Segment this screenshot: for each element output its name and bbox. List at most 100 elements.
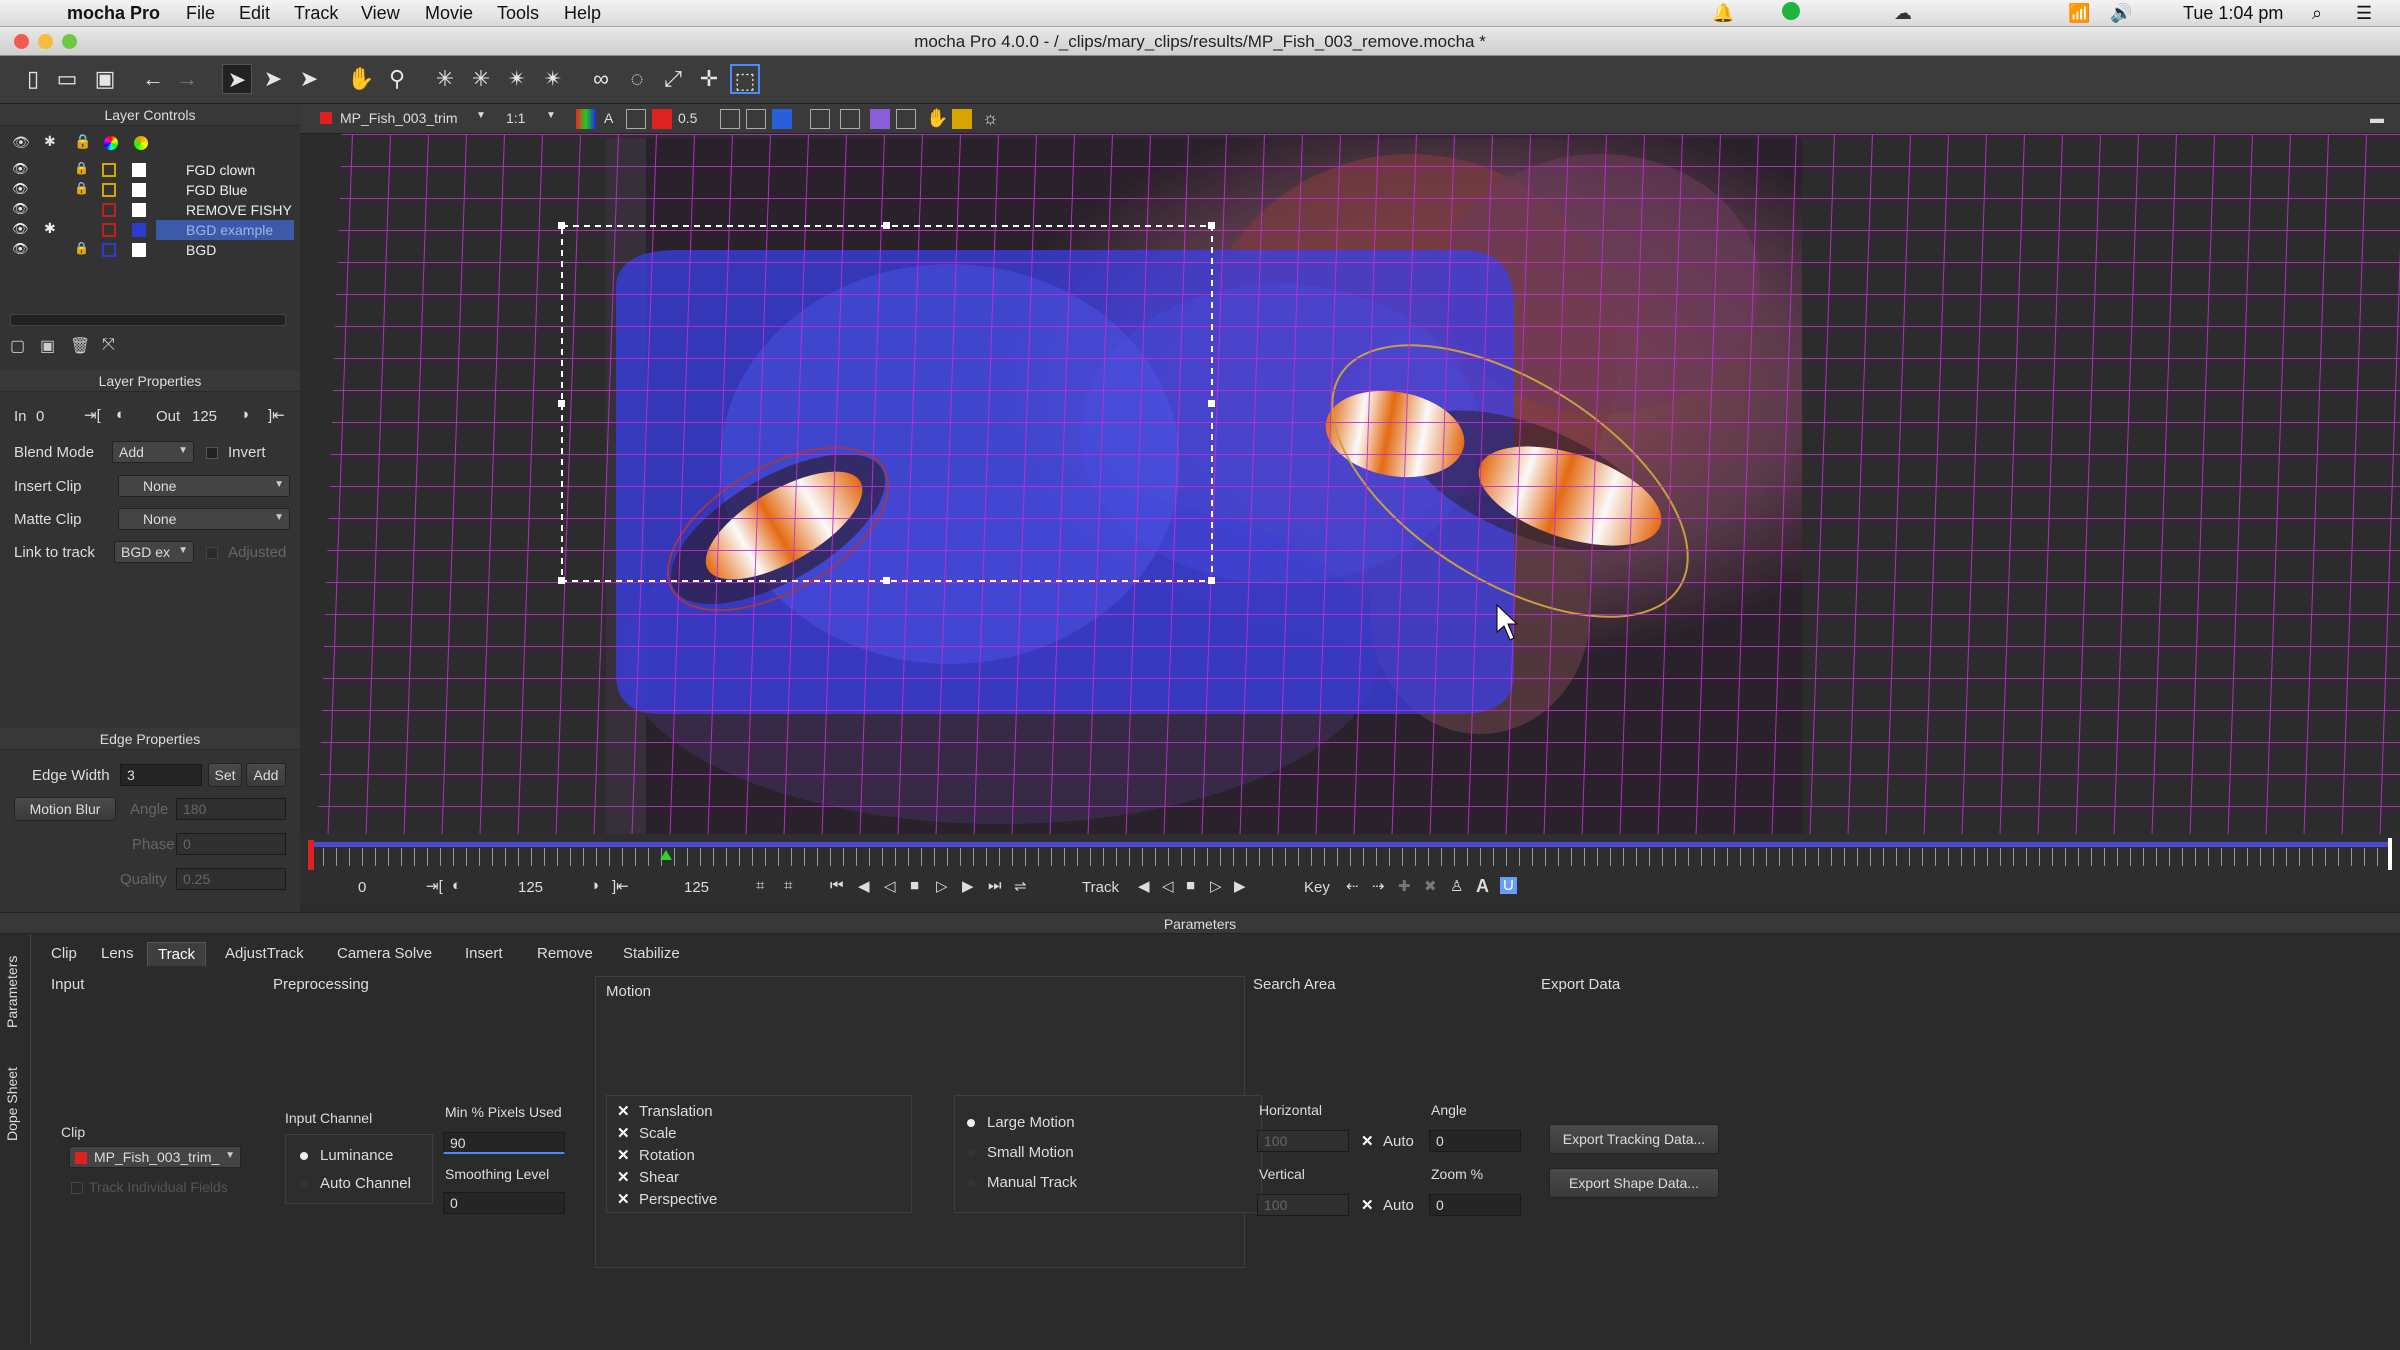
track-frame-forward-icon[interactable]: ▷ bbox=[1210, 877, 1222, 895]
vertical-field[interactable]: 100 bbox=[1257, 1194, 1349, 1216]
layer-visibility-icon[interactable]: 👁 bbox=[12, 201, 29, 217]
horizontal-field[interactable]: 100 bbox=[1257, 1130, 1349, 1152]
layer-lock-icon[interactable]: 🔒 bbox=[74, 161, 89, 175]
side-tab-parameters[interactable]: Parameters bbox=[4, 946, 28, 1038]
zoom-dropdown-icon[interactable]: ▼ bbox=[546, 110, 556, 121]
person-icon[interactable]: ♙ bbox=[1450, 877, 1463, 895]
minimize-window-icon[interactable] bbox=[38, 34, 53, 49]
rgb-channel-icon[interactable] bbox=[576, 109, 596, 129]
undo-icon[interactable]: ← bbox=[138, 64, 168, 94]
adjusted-checkbox[interactable] bbox=[206, 547, 218, 559]
x-spline-add-icon[interactable]: ✳ bbox=[466, 64, 496, 94]
layer-track-icon[interactable]: ✱ bbox=[44, 220, 56, 237]
show-planar-icon[interactable] bbox=[772, 109, 792, 129]
auto-channel-radio[interactable]: Auto Channel bbox=[300, 1175, 411, 1192]
menu-movie[interactable]: Movie bbox=[425, 3, 473, 24]
lock-column-icon[interactable]: 🔒 bbox=[74, 133, 91, 150]
perspective-checkbox[interactable]: ✕ Perspective bbox=[617, 1190, 717, 1208]
horizontal-auto-checkbox[interactable]: ✕ Auto bbox=[1361, 1132, 1414, 1150]
tab-track[interactable]: Track bbox=[147, 942, 206, 966]
edge-set-button[interactable]: Set bbox=[208, 763, 242, 787]
loop-icon[interactable]: ⇌ bbox=[1014, 877, 1027, 895]
play-backward-icon[interactable]: ◀ bbox=[858, 877, 870, 895]
scale-checkbox[interactable]: ✕ Scale bbox=[617, 1124, 677, 1142]
close-window-icon[interactable] bbox=[14, 34, 29, 49]
step-back-icon[interactable]: ◁ bbox=[884, 877, 896, 895]
new-file-icon[interactable]: ▯ bbox=[18, 64, 48, 94]
lasso-icon[interactable]: ◌ bbox=[622, 64, 652, 94]
timeline-in-marker[interactable] bbox=[308, 840, 314, 870]
open-folder-icon[interactable]: ▭ bbox=[52, 64, 82, 94]
u-key-icon[interactable]: U bbox=[1500, 877, 1517, 894]
layer-matte-swatch[interactable] bbox=[132, 203, 146, 217]
fit-range-icon[interactable]: ⌗ bbox=[756, 877, 764, 894]
luminance-radio[interactable]: Luminance bbox=[300, 1147, 393, 1164]
color-column-icon[interactable] bbox=[104, 136, 118, 150]
set-in-icon[interactable]: ⇥[ bbox=[84, 406, 101, 424]
link-to-track-select[interactable]: BGD ex bbox=[114, 541, 194, 563]
layer-row[interactable]: 👁 🔒 FGD clown bbox=[0, 160, 300, 180]
track-stop-icon[interactable]: ■ bbox=[1186, 877, 1195, 894]
layer-list-scrollbar[interactable] bbox=[10, 314, 286, 326]
select-point-icon[interactable]: ➤ bbox=[258, 64, 288, 94]
tab-adjusttrack[interactable]: AdjustTrack bbox=[215, 942, 314, 966]
redo-icon[interactable]: → bbox=[172, 64, 202, 94]
menu-track[interactable]: Track bbox=[294, 3, 338, 24]
compare-icon[interactable] bbox=[746, 109, 766, 129]
cog-column-icon[interactable]: ✱ bbox=[44, 133, 56, 150]
layer-row[interactable]: 👁 REMOVE FISHY bbox=[0, 200, 300, 220]
delete-layer-icon[interactable]: 🗑 bbox=[70, 336, 90, 356]
track-fields-checkbox[interactable] bbox=[71, 1182, 83, 1194]
layer-color-swatch[interactable] bbox=[102, 183, 116, 197]
goto-start-icon[interactable]: ⏮ bbox=[830, 877, 844, 894]
move-icon[interactable]: ✛ bbox=[694, 64, 724, 94]
matte-clip-select[interactable]: None bbox=[118, 508, 290, 530]
tab-clip[interactable]: Clip bbox=[41, 942, 87, 966]
add-layer-icon[interactable]: ▢ bbox=[10, 336, 25, 356]
menu-help[interactable]: Help bbox=[564, 3, 601, 24]
status-green-icon[interactable] bbox=[1782, 2, 1800, 20]
viewer-canvas[interactable] bbox=[300, 134, 2400, 834]
layer-lock-icon[interactable]: 🔒 bbox=[74, 241, 89, 255]
duplicate-layer-icon[interactable]: ▣ bbox=[40, 336, 55, 356]
menu-edit[interactable]: Edit bbox=[239, 3, 270, 24]
viewer-menu-icon[interactable]: ▬ bbox=[2370, 110, 2384, 126]
clip-select[interactable]: MP_Fish_003_trim bbox=[340, 110, 458, 126]
matte-column-icon[interactable] bbox=[134, 136, 148, 150]
opacity-value[interactable]: 0.5 bbox=[678, 110, 697, 126]
layer-matte-swatch[interactable] bbox=[132, 223, 146, 237]
layer-color-swatch[interactable] bbox=[102, 163, 116, 177]
full-range-icon[interactable]: ⌗ bbox=[784, 877, 792, 894]
view-layout-icon[interactable] bbox=[720, 109, 740, 129]
motion-blur-button[interactable]: Motion Blur bbox=[14, 797, 116, 821]
frame-icon[interactable] bbox=[810, 109, 830, 129]
cloud-icon[interactable]: ☁ bbox=[1894, 3, 1912, 24]
min-pixels-field[interactable]: 90 bbox=[443, 1132, 565, 1154]
track-forward-icon[interactable]: ▶ bbox=[1234, 877, 1246, 895]
play-forward-icon[interactable]: ▶ bbox=[962, 877, 974, 895]
layer-matte-swatch[interactable] bbox=[132, 243, 146, 257]
surface-icon[interactable]: ⬚ bbox=[730, 64, 760, 94]
brightness-icon[interactable]: ☼ bbox=[982, 108, 999, 129]
in-value[interactable]: 0 bbox=[36, 408, 44, 425]
step-forward-icon[interactable]: ▷ bbox=[936, 877, 948, 895]
frame-start[interactable]: 0 bbox=[358, 879, 366, 896]
set-out-icon[interactable]: ]⇤ bbox=[268, 406, 285, 424]
stabilize-view-icon[interactable] bbox=[896, 109, 916, 129]
out-value[interactable]: 125 bbox=[192, 408, 217, 425]
rotation-checkbox[interactable]: ✕ Rotation bbox=[617, 1146, 695, 1164]
insert-clip-select[interactable]: None bbox=[118, 475, 290, 497]
bezier-icon[interactable]: ✴ bbox=[502, 64, 532, 94]
timeline-ticks[interactable] bbox=[310, 848, 2390, 866]
layer-lock-icon[interactable]: 🔒 bbox=[74, 181, 89, 195]
grid-view-icon[interactable] bbox=[870, 109, 890, 129]
clip-dropdown-icon[interactable]: ▼ bbox=[476, 110, 486, 121]
hand-tool-icon[interactable]: ✋ bbox=[346, 64, 376, 94]
search-icon[interactable]: ⌕ bbox=[2312, 3, 2322, 24]
add-key-icon[interactable]: ✚ bbox=[1398, 877, 1411, 895]
goto-in-point-icon[interactable]: ◐ bbox=[452, 877, 461, 894]
tab-camera-solve[interactable]: Camera Solve bbox=[327, 942, 442, 966]
delete-key-icon[interactable]: ✖ bbox=[1424, 877, 1437, 895]
layer-visibility-icon[interactable]: 👁 bbox=[12, 221, 29, 237]
edge-width-field[interactable]: 3 bbox=[120, 764, 202, 786]
